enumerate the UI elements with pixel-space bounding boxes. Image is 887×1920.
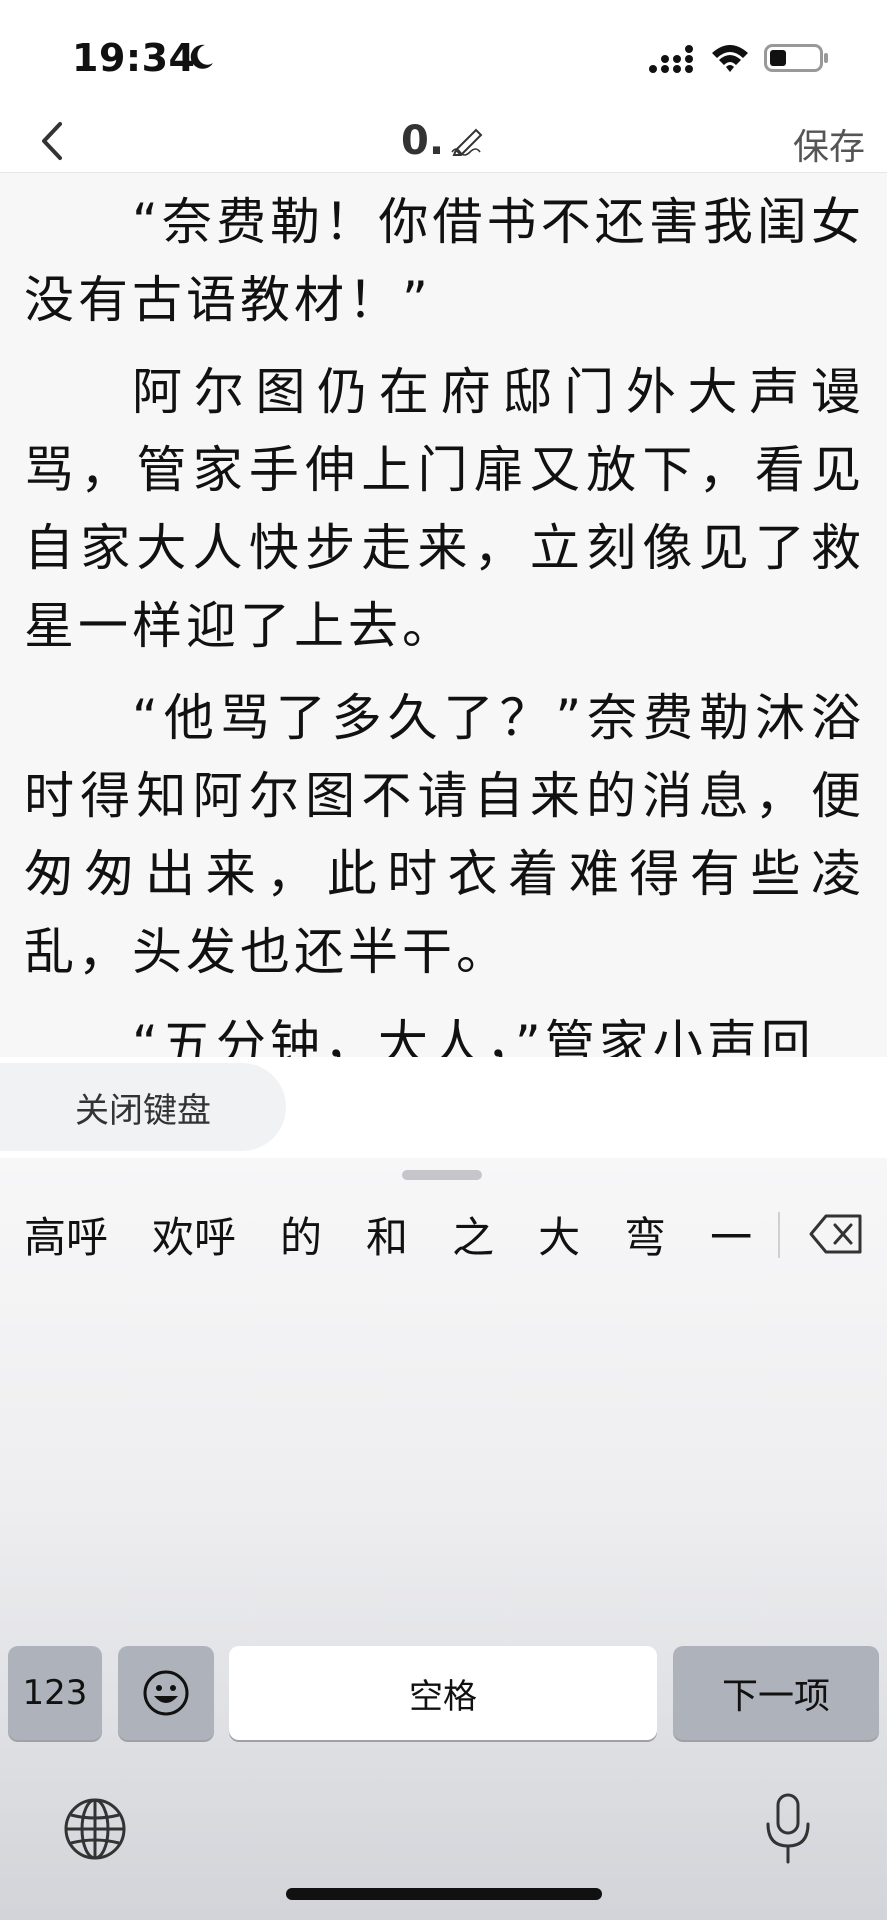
candidate-word[interactable]: 的 — [280, 1204, 322, 1265]
candidate-word[interactable]: 高呼 — [24, 1204, 108, 1265]
candidate-bar: 高呼 欢呼 的 和 之 大 弯 一 — [24, 1194, 784, 1274]
numbers-key[interactable]: 123 — [8, 1646, 102, 1740]
globe-icon[interactable] — [62, 1796, 128, 1862]
wifi-icon — [712, 45, 748, 72]
keyboard: 高呼 欢呼 的 和 之 大 弯 一 123 空格 下一项 — [0, 1158, 887, 1920]
page-title: 0. — [0, 110, 887, 172]
status-bar: 19:34 — [0, 0, 887, 110]
candidate-word[interactable]: 欢呼 — [152, 1204, 236, 1265]
close-keyboard-button[interactable]: 关闭键盘 — [0, 1063, 286, 1151]
document-title: 0. — [400, 118, 445, 164]
candidate-divider — [778, 1212, 780, 1258]
emoji-icon — [143, 1670, 189, 1716]
candidate-word[interactable]: 之 — [452, 1204, 494, 1265]
microphone-icon[interactable] — [762, 1792, 814, 1866]
screen: 19:34 0. 保存 “奈费勒！你借书不还害我闺女没有古语教材！” 阿尔图仍在… — [0, 0, 887, 1920]
space-key[interactable]: 空格 — [229, 1646, 657, 1740]
nav-bar: 0. 保存 — [0, 110, 887, 173]
chevron-left-icon[interactable] — [30, 116, 78, 166]
candidate-word[interactable]: 大 — [538, 1204, 580, 1265]
paragraph[interactable]: “他骂了多久了？”奈费勒沐浴时得知阿尔图不请自来的消息，便匆匆出来，此时衣着难得… — [0, 679, 887, 991]
candidate-word[interactable]: 一 — [710, 1204, 752, 1265]
save-button[interactable]: 保存 — [793, 118, 865, 170]
home-indicator — [286, 1888, 602, 1900]
moon-icon — [190, 44, 213, 69]
status-time: 19:34 — [72, 36, 196, 80]
candidate-word[interactable]: 和 — [366, 1204, 408, 1265]
paragraph[interactable]: “奈费勒！你借书不还害我闺女没有古语教材！” — [0, 183, 887, 339]
keyboard-drag-handle[interactable] — [402, 1170, 482, 1180]
text-editor[interactable]: “奈费勒！你借书不还害我闺女没有古语教材！” 阿尔图仍在府邸门外大声谩骂，管家手… — [0, 173, 887, 1057]
next-field-key[interactable]: 下一项 — [673, 1646, 879, 1740]
emoji-key[interactable] — [118, 1646, 214, 1740]
candidate-word[interactable]: 弯 — [624, 1204, 666, 1265]
battery-icon — [764, 44, 828, 72]
signal-icon — [649, 45, 693, 73]
paragraph[interactable]: “五分钟，大人，”管家小声回 — [0, 1005, 887, 1057]
paragraph[interactable]: 阿尔图仍在府邸门外大声谩骂，管家手伸上门扉又放下，看见自家大人快步走来，立刻像见… — [0, 353, 887, 665]
delete-icon[interactable] — [808, 1210, 864, 1258]
keyboard-toolbar: 关闭键盘 — [0, 1057, 887, 1159]
pen-icon — [451, 128, 483, 156]
